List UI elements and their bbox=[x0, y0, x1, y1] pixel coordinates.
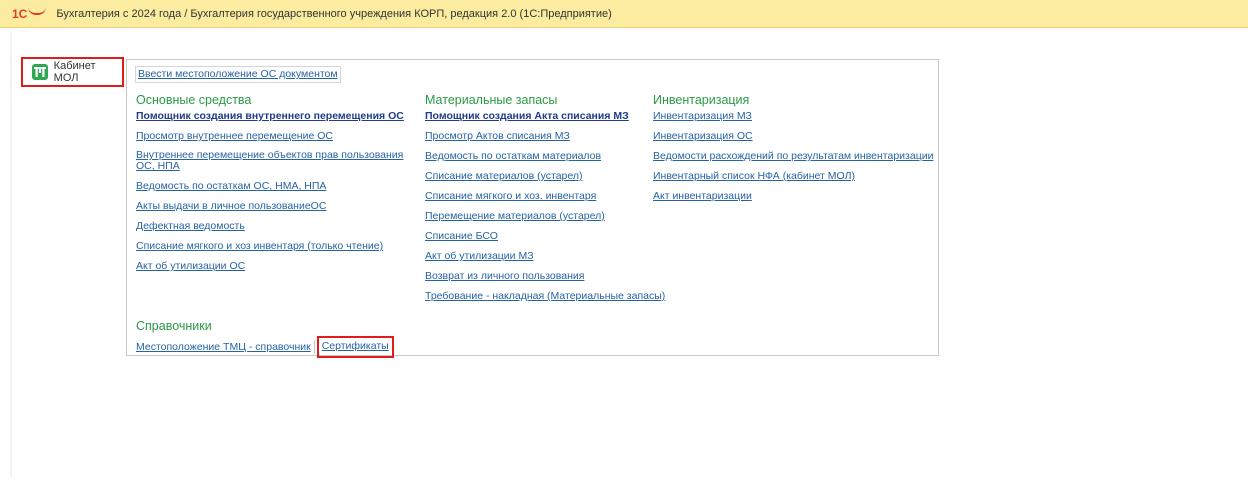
app-titlebar: 1С Бухгалтерия с 2024 года / Бухгалтерия… bbox=[0, 0, 1248, 28]
link-certificates[interactable]: Сертификаты bbox=[322, 340, 389, 352]
link-inventory-os[interactable]: Инвентаризация ОС bbox=[653, 130, 933, 142]
link-personal-use-acts[interactable]: Акты выдачи в личное пользованиеОС bbox=[136, 200, 406, 212]
link-inventory-act[interactable]: Акт инвентаризации bbox=[653, 190, 933, 202]
sections-panel-edge bbox=[10, 32, 12, 477]
section-inventory: Инвентаризация Инвентаризация МЗ Инвента… bbox=[653, 93, 933, 210]
link-disposal-act-os[interactable]: Акт об утилизации ОС bbox=[136, 260, 406, 272]
kabinet-mol-icon bbox=[32, 64, 48, 80]
link-inventory-mz[interactable]: Инвентаризация МЗ bbox=[653, 110, 933, 122]
pi-icon bbox=[33, 67, 46, 77]
link-internal-move-rights[interactable]: Внутреннее перемещение объектов прав пол… bbox=[136, 150, 406, 172]
link-enter-location-os[interactable]: Ввести местоположение ОС документом bbox=[138, 68, 338, 80]
section-title-materials: Материальные запасы bbox=[425, 93, 558, 107]
link-materials-balance[interactable]: Ведомость по остаткам материалов bbox=[425, 150, 665, 162]
section-fixed-assets: Основные средства Помощник создания внут… bbox=[136, 93, 406, 280]
section-materials: Материальные запасы Помощник создания Ак… bbox=[425, 93, 665, 310]
section-title-inventory: Инвентаризация bbox=[653, 93, 750, 107]
app-title: Бухгалтерия с 2024 года / Бухгалтерия го… bbox=[56, 7, 612, 20]
certificates-highlight: Сертификаты bbox=[316, 336, 394, 358]
link-writeoff-act-wizard[interactable]: Помощник создания Акта списания МЗ bbox=[425, 110, 665, 122]
link-return-personal-use[interactable]: Возврат из личного пользования bbox=[425, 270, 665, 282]
link-discrepancy-statements[interactable]: Ведомости расхождений по результатам инв… bbox=[653, 150, 933, 162]
link-balance-os[interactable]: Ведомость по остаткам ОС, НМА, НПА bbox=[136, 180, 406, 192]
link-view-writeoff-acts[interactable]: Просмотр Актов списания МЗ bbox=[425, 130, 665, 142]
link-defect-statement[interactable]: Дефектная ведомость bbox=[136, 220, 406, 232]
section-title-fixed-assets: Основные средства bbox=[136, 93, 252, 107]
logo-swoosh-icon bbox=[28, 6, 47, 15]
kabinet-mol-label: Кабинет МОЛ bbox=[53, 60, 96, 84]
logo-text: 1С bbox=[12, 6, 28, 21]
kabinet-mol-panel: Ввести местоположение ОС документом Осно… bbox=[126, 59, 939, 358]
link-soft-inventory-writeoff-readonly[interactable]: Списание мягкого и хоз инвентаря (только… bbox=[136, 240, 406, 252]
section-references: Справочники Местоположение ТМЦ - справоч… bbox=[136, 319, 394, 358]
link-view-internal-move[interactable]: Просмотр внутреннее перемещение ОС bbox=[136, 130, 406, 142]
references-row: Местоположение ТМЦ - справочник Сертифик… bbox=[136, 336, 394, 358]
link-materials-move-old[interactable]: Перемещение материалов (устарел) bbox=[425, 210, 665, 222]
link-inventory-list-nfa[interactable]: Инвентарный список НФА (кабинет МОЛ) bbox=[653, 170, 933, 182]
section-title-references: Справочники bbox=[136, 319, 212, 333]
link-location-directory[interactable]: Местоположение ТМЦ - справочник bbox=[136, 341, 311, 353]
link-requisition-invoice[interactable]: Требование - накладная (Материальные зап… bbox=[425, 290, 665, 302]
link-disposal-act-mz[interactable]: Акт об утилизации МЗ bbox=[425, 250, 665, 262]
top-link-box: Ввести местоположение ОС документом bbox=[135, 66, 341, 83]
link-internal-move-wizard[interactable]: Помощник создания внутреннего перемещени… bbox=[136, 110, 406, 122]
link-materials-writeoff-old[interactable]: Списание материалов (устарел) bbox=[425, 170, 665, 182]
section-kabinet-mol[interactable]: Кабинет МОЛ bbox=[21, 57, 124, 87]
divider bbox=[313, 340, 315, 354]
link-bso-writeoff[interactable]: Списание БСО bbox=[425, 230, 665, 242]
1c-logo: 1С bbox=[12, 6, 47, 21]
link-soft-inventory-writeoff[interactable]: Списание мягкого и хоз. инвентаря bbox=[425, 190, 665, 202]
